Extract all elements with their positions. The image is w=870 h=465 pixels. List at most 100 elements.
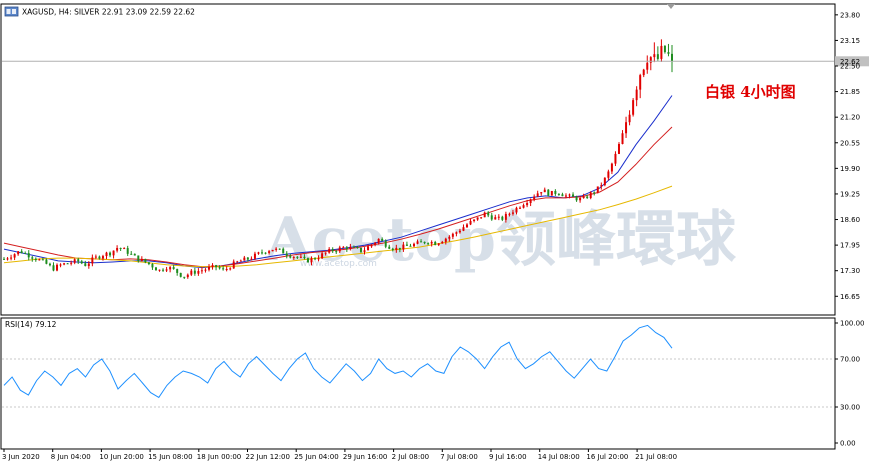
candle-body — [13, 254, 16, 258]
candle-body — [416, 241, 419, 244]
rsi-tick-label: 70.00 — [840, 356, 860, 364]
time-tick-label: 29 Jun 16:00 — [343, 453, 387, 461]
rsi-axis: 100.00 70.00 30.00 0.00 — [835, 320, 865, 448]
candle-body — [116, 247, 119, 251]
candle-body — [409, 245, 412, 247]
candle-body — [10, 257, 13, 259]
candle-body — [6, 258, 9, 260]
candle-body — [533, 196, 536, 200]
candle-body — [218, 267, 221, 269]
candle-body — [444, 238, 447, 242]
candle-body — [243, 257, 246, 261]
candle-body — [236, 261, 239, 263]
candle-body — [193, 270, 196, 274]
candle-body — [441, 241, 444, 244]
candle-body — [271, 249, 274, 252]
candle-body — [109, 252, 112, 256]
candle-body — [617, 144, 620, 154]
candle-body — [653, 54, 656, 58]
candle-body — [91, 257, 94, 264]
candle-body — [427, 243, 430, 245]
candle-body — [639, 75, 642, 90]
candle-body — [48, 263, 51, 266]
candle-body — [45, 259, 48, 264]
candle-body — [24, 252, 27, 254]
candle-body — [621, 133, 624, 145]
candle-body — [458, 230, 461, 233]
candle-body — [589, 192, 592, 198]
candle-body — [292, 256, 295, 258]
candle-body — [229, 268, 232, 270]
candle-body — [246, 257, 249, 260]
price-tick-label: 21.85 — [840, 88, 860, 96]
candle-body — [303, 256, 306, 259]
candle-body — [77, 259, 80, 262]
candle-body — [596, 186, 599, 193]
candle-body — [335, 251, 338, 253]
candle-body — [268, 251, 271, 253]
candle-body — [649, 57, 652, 63]
candle-body — [381, 238, 384, 241]
candle-body — [540, 192, 543, 194]
candle-body — [207, 266, 210, 270]
candle-body — [204, 269, 207, 271]
candle-body — [395, 247, 398, 251]
candle-body — [377, 238, 380, 243]
candle-body — [165, 269, 168, 271]
candle-body — [519, 207, 522, 209]
candle-body — [402, 244, 405, 250]
price-axis: 23.80 23.15 22.50 21.85 21.20 20.55 19.90 19.25… — [835, 11, 860, 301]
candle-body — [342, 247, 345, 249]
candle-body — [296, 256, 299, 258]
candle-body — [190, 270, 193, 275]
time-tick-label: 9 Jul 16:00 — [489, 453, 527, 461]
candle-body — [34, 258, 37, 261]
candle-body — [564, 195, 567, 197]
candle-body — [614, 153, 617, 164]
candle-body — [215, 265, 218, 268]
time-tick-label: 2 Jul 08:00 — [392, 453, 430, 461]
candle-body — [363, 250, 366, 252]
candle-body — [656, 54, 659, 59]
candle-body — [321, 253, 324, 259]
candle-body — [158, 269, 161, 271]
candle-body — [554, 190, 557, 194]
candle-body — [515, 207, 518, 213]
candle-body — [494, 217, 497, 220]
time-tick-label: 7 Jul 08:00 — [440, 453, 478, 461]
candle-body — [423, 241, 426, 244]
candle-body — [285, 253, 288, 256]
candle-body — [448, 236, 451, 239]
candle-body — [600, 185, 603, 187]
candle-body — [529, 199, 532, 204]
candle-body — [586, 196, 589, 198]
candle-body — [59, 264, 62, 266]
candle-body — [480, 217, 483, 219]
candle-body — [359, 247, 362, 252]
candle-body — [412, 243, 415, 247]
candle-body — [56, 264, 59, 271]
candle-body — [557, 193, 560, 195]
candle-body — [405, 244, 408, 246]
candle-body — [232, 261, 235, 269]
candle-body — [147, 262, 150, 265]
candle-body — [367, 246, 370, 251]
candle-body — [508, 213, 511, 215]
candle-body — [504, 213, 507, 220]
candle-body — [70, 262, 73, 264]
candle-body — [526, 203, 529, 206]
candle-body — [331, 249, 334, 252]
candle-body — [469, 221, 472, 225]
candle-body — [151, 264, 154, 268]
candle-body — [483, 212, 486, 218]
candle-body — [41, 259, 44, 261]
candle-body — [536, 193, 539, 197]
price-tick-label: 19.90 — [840, 165, 860, 173]
candle-body — [20, 251, 23, 253]
price-tick-label: 21.20 — [840, 114, 860, 122]
candle-body — [133, 253, 136, 256]
candle-body — [87, 263, 90, 267]
candle-body — [430, 241, 433, 244]
candle-body — [473, 219, 476, 222]
candle-body — [105, 252, 108, 257]
